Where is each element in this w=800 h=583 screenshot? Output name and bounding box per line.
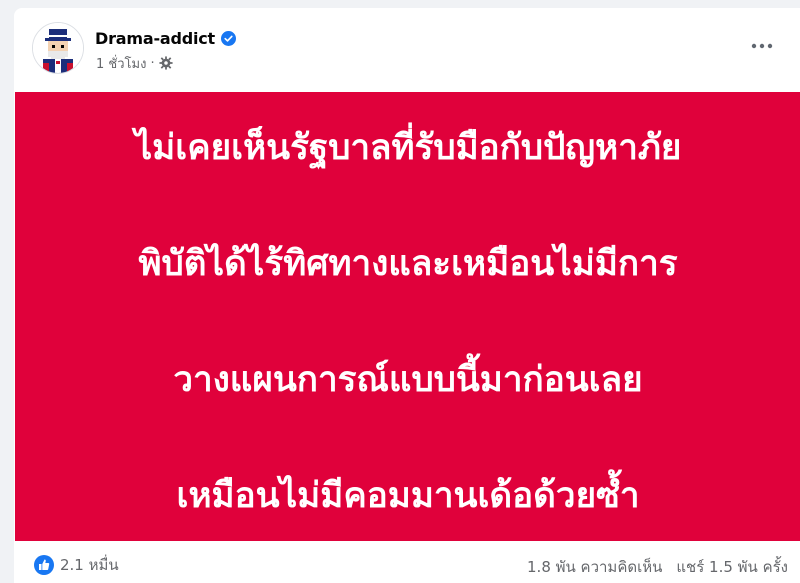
more-options-button[interactable] [746, 34, 778, 58]
post-card: Drama-addict 1 ชั่วโมง · ไม่เคยเห็นรัฐบา… [14, 8, 800, 583]
comments-count-link[interactable]: 1.8 พัน ความคิดเห็น [527, 555, 662, 579]
reaction-count: 2.1 หมื่น [60, 556, 119, 574]
more-horizontal-icon [751, 43, 773, 49]
post-content-card[interactable]: ไม่เคยเห็นรัฐบาลที่รับมือกับปัญหาภัย พิบ… [15, 92, 800, 541]
content-line: เหมือนไม่มีคอมมานเด้อด้วยซ้ำ [176, 475, 640, 516]
post-content-text: ไม่เคยเห็นรัฐบาลที่รับมือกับปัญหาภัย พิบ… [48, 61, 768, 583]
reactions-summary[interactable]: 2.1 หมื่น [34, 553, 119, 577]
engagement-stats: 1.8 พัน ความคิดเห็น แชร์ 1.5 พัน ครั้ง [527, 555, 788, 579]
verified-badge-icon [221, 30, 236, 46]
post-footer-stats: 2.1 หมื่น 1.8 พัน ความคิดเห็น แชร์ 1.5 พ… [14, 541, 800, 583]
shares-count-link[interactable]: แชร์ 1.5 พัน ครั้ง [676, 555, 788, 579]
content-line: วางแผนการณ์แบบนี้มาก่อนเลย [173, 359, 643, 400]
author-name[interactable]: Drama-addict [95, 29, 215, 48]
author-row: Drama-addict [95, 27, 236, 49]
content-line: พิบัติได้ไร้ทิศทางและเหมือนไม่มีการ [138, 243, 678, 284]
like-icon [34, 555, 54, 575]
content-line: ไม่เคยเห็นรัฐบาลที่รับมือกับปัญหาภัย [134, 127, 682, 168]
